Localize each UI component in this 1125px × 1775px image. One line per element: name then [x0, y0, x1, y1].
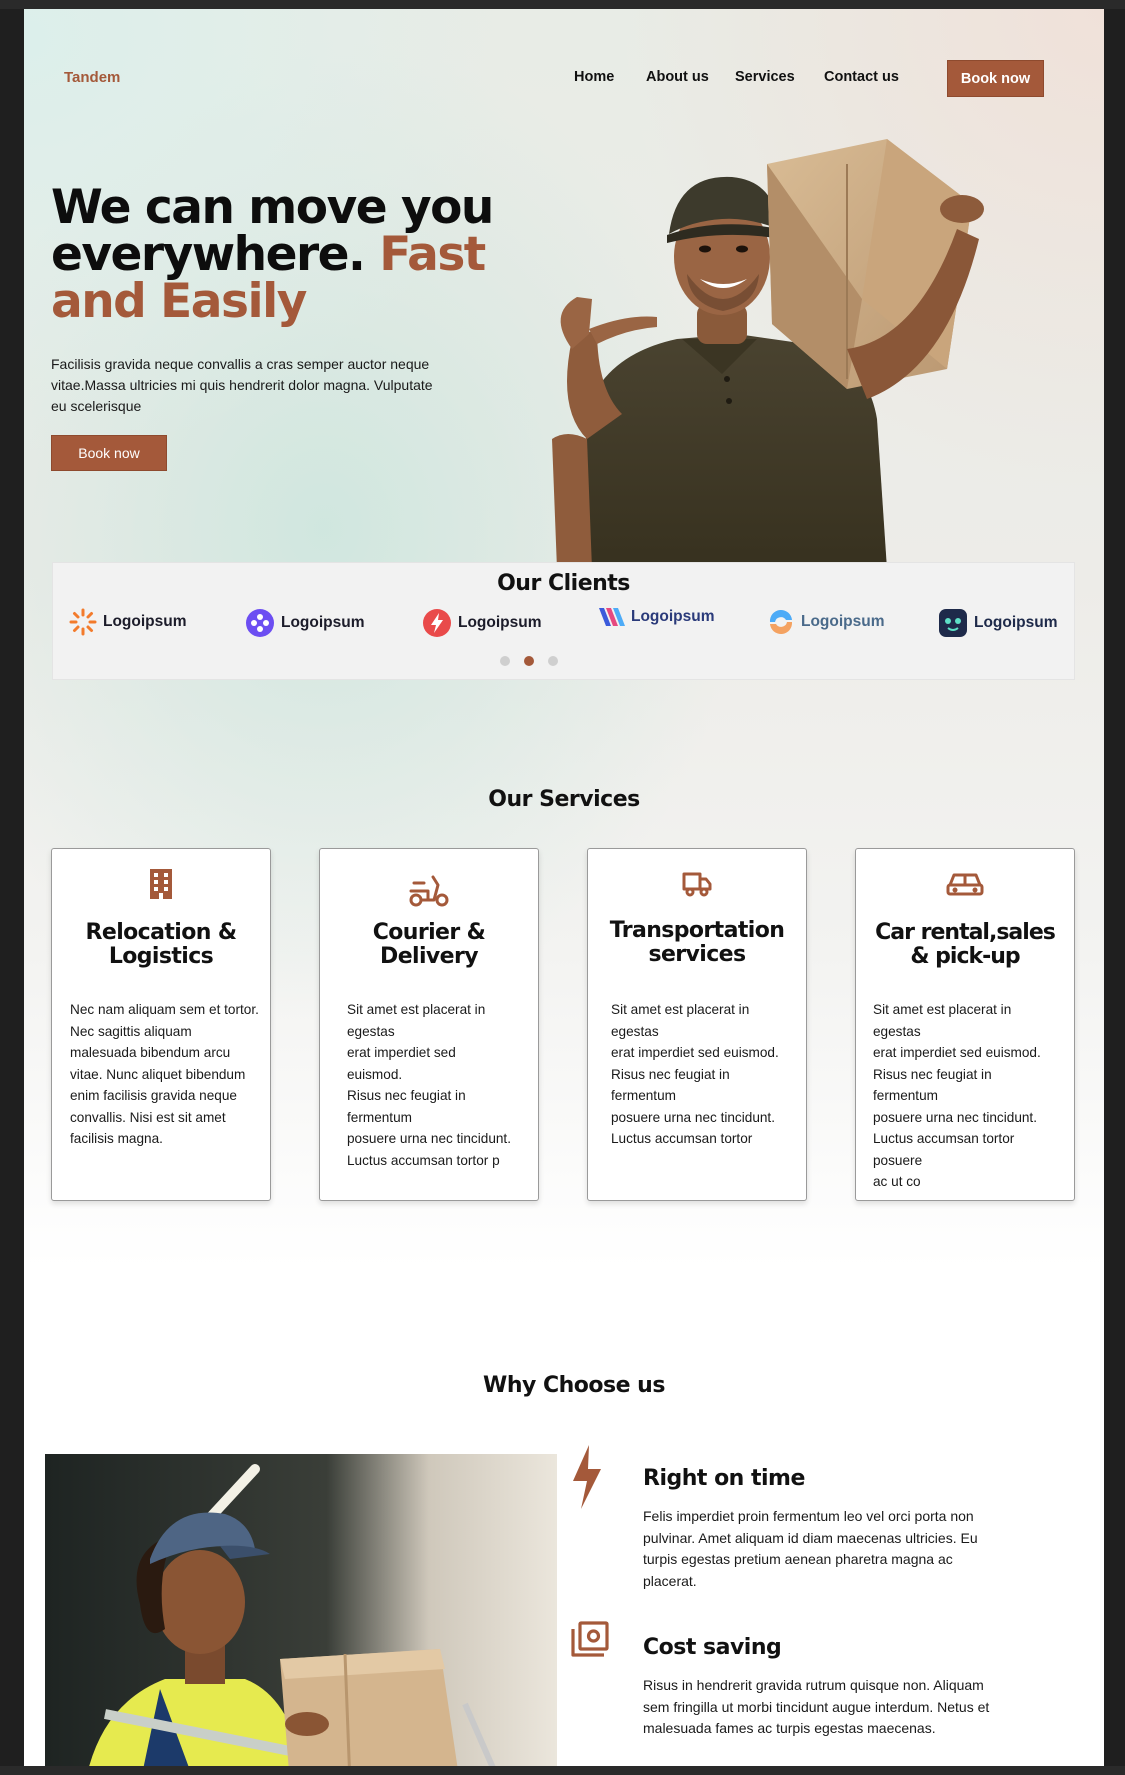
- hero-title: We can move you everywhere. Fast and Eas…: [51, 184, 571, 325]
- why-title: Why Choose us: [483, 1373, 665, 1398]
- client-logo-3-label: Logoipsum: [458, 614, 542, 631]
- client-logo-4-label: Logoipsum: [631, 608, 715, 625]
- nav-home[interactable]: Home: [574, 69, 614, 85]
- window-frame-top: [0, 0, 1125, 9]
- lightning-icon: [573, 1445, 601, 1509]
- client-logo-3[interactable]: Logoipsum: [422, 608, 542, 638]
- robot-face-logo-icon: [939, 609, 967, 637]
- service-card-text: Sit amet est placerat in egestas erat im…: [611, 1002, 779, 1146]
- service-card-text: Nec nam aliquam sem et tortor. Nec sagit…: [70, 1002, 259, 1146]
- client-logo-1[interactable]: Logoipsum: [69, 608, 187, 636]
- client-logo-2[interactable]: Logoipsum: [245, 608, 365, 638]
- service-card-title: Car rental,sales & pick-up: [875, 920, 1056, 969]
- hero-title-line2: everywhere. Fast: [51, 231, 571, 278]
- clients-title: Our Clients: [497, 571, 630, 596]
- service-card-title: Courier & Delivery: [372, 920, 486, 969]
- service-card-title: Relocation & Logistics: [85, 920, 237, 969]
- nav-contact[interactable]: Contact us: [824, 69, 899, 85]
- swirl-logo-icon: [769, 609, 793, 635]
- purple-dots-logo-icon: [246, 609, 274, 637]
- service-card-courier[interactable]: Courier & Delivery Sit amet est placerat…: [319, 848, 539, 1201]
- hero-title-accent-fast: Fast: [379, 227, 486, 282]
- truck-icon: [588, 871, 806, 897]
- sunburst-logo-icon: [69, 608, 97, 636]
- carousel-dot-1[interactable]: [500, 656, 510, 666]
- carousel-dot-3[interactable]: [548, 656, 558, 666]
- building-icon: [52, 867, 270, 899]
- client-logo-6-label: Logoipsum: [974, 614, 1058, 631]
- nav-book-now-button[interactable]: Book now: [947, 60, 1044, 97]
- service-card-transportation[interactable]: Transportation services Sit amet est pla…: [587, 848, 807, 1201]
- delivery-man-photo: [552, 139, 984, 569]
- service-card-car-rental[interactable]: Car rental,sales & pick-up Sit amet est …: [855, 848, 1075, 1201]
- hero-description: Facilisis gravida neque convallis a cras…: [51, 356, 433, 414]
- hero-title-line1: We can move you: [51, 180, 494, 235]
- feature-text-on-time: Felis imperdiet proin fermentum leo vel …: [643, 1508, 978, 1589]
- service-card-title: Transportation services: [609, 918, 785, 967]
- money-icon: [571, 1621, 609, 1657]
- feature-title-on-time: Right on time: [643, 1466, 805, 1491]
- services-title: Our Services: [488, 787, 640, 812]
- client-logo-6[interactable]: Logoipsum: [938, 608, 1058, 638]
- client-logo-2-label: Logoipsum: [281, 614, 365, 631]
- hero-book-now-button[interactable]: Book now: [51, 435, 167, 471]
- client-logo-1-label: Logoipsum: [103, 613, 187, 630]
- nav-about[interactable]: About us: [646, 69, 709, 85]
- clients-panel: Our Clients Logoipsum Logoipsum Logoipsu…: [52, 562, 1075, 680]
- service-card-text: Sit amet est placerat in egestas erat im…: [873, 1002, 1041, 1189]
- brand-logo[interactable]: Tandem: [64, 69, 120, 86]
- feature-title-cost-saving: Cost saving: [643, 1635, 782, 1660]
- hero-title-line3: and Easily: [51, 274, 307, 329]
- stripes-logo-icon: [599, 608, 625, 626]
- carousel-dot-2[interactable]: [524, 656, 534, 666]
- red-bolt-logo-icon: [423, 609, 451, 637]
- carousel-dots: [500, 656, 558, 666]
- client-logo-5-label: Logoipsum: [801, 613, 885, 630]
- car-icon: [856, 871, 1074, 899]
- service-card-relocation[interactable]: Relocation & Logistics Nec nam aliquam s…: [51, 848, 271, 1201]
- delivery-woman-photo: [45, 1454, 557, 1766]
- scooter-icon: [320, 873, 538, 907]
- service-card-text: Sit amet est placerat in egestas erat im…: [347, 1002, 511, 1168]
- nav-services[interactable]: Services: [735, 69, 795, 85]
- landing-page: Tandem Home About us Services Contact us…: [24, 9, 1104, 1766]
- client-logo-4[interactable]: Logoipsum: [599, 608, 715, 626]
- client-logo-5[interactable]: Logoipsum: [767, 608, 885, 636]
- feature-text-cost-saving: Risus in hendrerit gravida rutrum quisqu…: [643, 1677, 990, 1736]
- window-frame-bottom: [0, 1766, 1125, 1775]
